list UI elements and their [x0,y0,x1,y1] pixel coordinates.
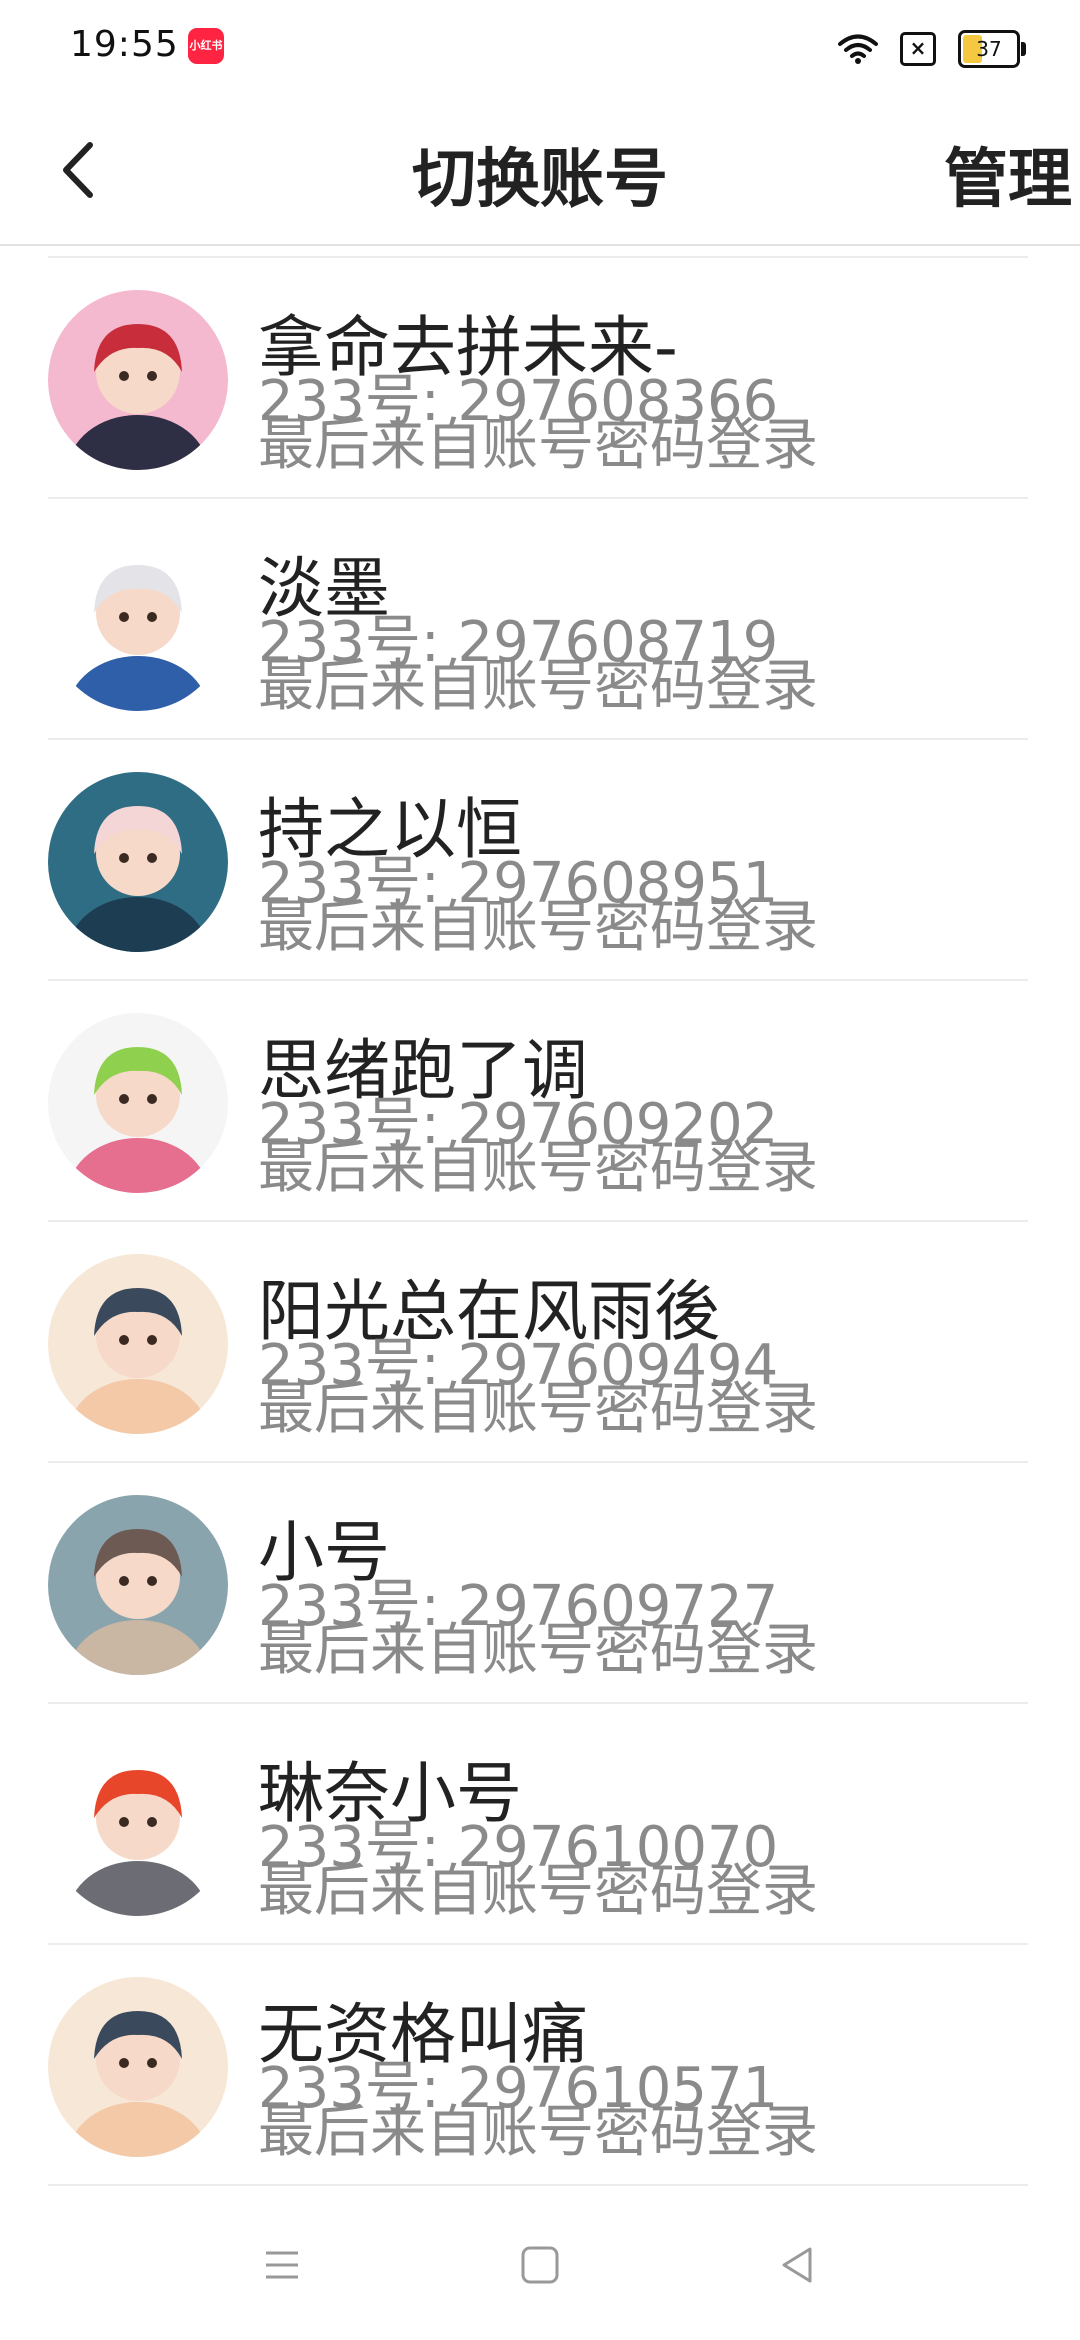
manage-button[interactable]: 管理 [944,128,1072,220]
login-method: 最后来自账号密码登录 [258,654,818,719]
avatar [48,1977,228,2157]
status-time: 19:55 [70,24,179,65]
avatar [48,290,228,470]
back-triangle-icon[interactable] [768,2235,828,2295]
account-item[interactable]: 无资格叫痛 233号: 297610571 最后来自账号密码登录 [0,1945,1080,2186]
avatar [48,1013,228,1193]
status-bar: 19:55 小红书 × 37 [0,0,1080,100]
login-method: 最后来自账号密码登录 [258,1377,818,1442]
account-item[interactable]: 淡墨 233号: 297608719 最后来自账号密码登录 [0,499,1080,740]
divider [48,2184,1028,2186]
home-square-icon[interactable] [510,2235,570,2295]
avatar [48,531,228,711]
login-method: 最后来自账号密码登录 [258,1618,818,1683]
login-method: 最后来自账号密码登录 [258,1136,818,1201]
account-item[interactable]: 阳光总在风雨後 233号: 297609494 最后来自账号密码登录 [0,1222,1080,1463]
battery-level: 37 [976,37,1002,61]
account-list: 拿命去拼未来- 233号: 297608366 最后来自账号密码登录 淡墨 23… [0,258,1080,2186]
xiaohongshu-app-icon: 小红书 [188,28,224,64]
login-method: 最后来自账号密码登录 [258,895,818,960]
battery-icon: 37 [958,30,1026,68]
avatar [48,1495,228,1675]
avatar [48,1254,228,1434]
avatar [48,1736,228,1916]
close-box-icon: × [900,32,936,66]
login-method: 最后来自账号密码登录 [258,413,818,478]
header: 切换账号 管理 [0,100,1080,245]
system-nav-bar [0,2200,1080,2340]
menu-icon[interactable] [252,2235,312,2295]
account-item[interactable]: 小号 233号: 297609727 最后来自账号密码登录 [0,1463,1080,1704]
account-item[interactable]: 思绪跑了调 233号: 297609202 最后来自账号密码登录 [0,981,1080,1222]
account-item[interactable]: 拿命去拼未来- 233号: 297608366 最后来自账号密码登录 [0,258,1080,499]
avatar [48,772,228,952]
header-divider [0,244,1080,246]
account-item[interactable]: 持之以恒 233号: 297608951 最后来自账号密码登录 [0,740,1080,981]
login-method: 最后来自账号密码登录 [258,1859,818,1924]
account-item[interactable]: 琳奈小号 233号: 297610070 最后来自账号密码登录 [0,1704,1080,1945]
login-method: 最后来自账号密码登录 [258,2100,818,2165]
page-title: 切换账号 [412,143,668,217]
wifi-icon [838,34,878,64]
